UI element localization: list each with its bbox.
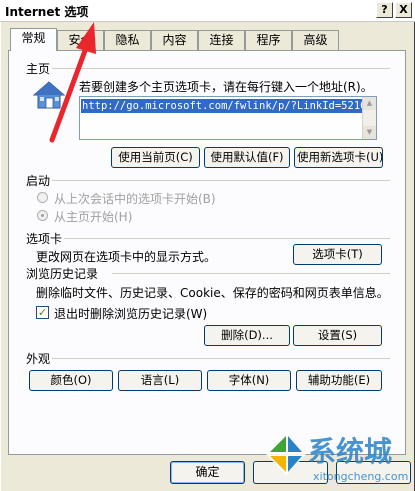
close-button[interactable]: X [395, 2, 412, 18]
watermark: 系统城 xitongcheng.com [258, 430, 415, 491]
scroll-up-icon[interactable]: ▲ [363, 97, 376, 110]
window-title: Internet 选项 [5, 5, 89, 19]
colors-button[interactable]: 颜色(O) [29, 370, 113, 391]
use-current-button[interactable]: 使用当前页(C) [111, 147, 200, 168]
history-group-divider [112, 273, 390, 274]
use-new-tab-button[interactable]: 使用新选项卡(U) [294, 147, 383, 168]
delete-on-exit-checkbox[interactable]: ✓ [36, 306, 49, 319]
delete-history-button[interactable]: 删除(D)... [204, 325, 290, 346]
tabs-settings-button[interactable]: 选项卡(T) [293, 244, 382, 265]
use-default-button[interactable]: 使用默认值(F) [204, 147, 290, 168]
tab-connections[interactable]: 连接 [198, 30, 245, 50]
radio-homepage[interactable] [37, 210, 48, 221]
tab-general[interactable]: 常规 [10, 28, 57, 51]
history-description: 删除临时文件、历史记录、Cookie、保存的密码和网页表单信息。 [36, 286, 389, 300]
tab-advanced[interactable]: 高级 [292, 30, 339, 50]
radio-homepage-label: 从主页开始(H) [54, 210, 133, 224]
title-bar: Internet 选项 ? X [0, 0, 415, 22]
tabs-group-divider [64, 238, 390, 239]
radio-last-session-label: 从上次会话中的选项卡开始(B) [54, 192, 216, 206]
appearance-group-divider [52, 358, 390, 359]
tab-programs[interactable]: 程序 [245, 30, 292, 50]
homepage-instruction: 若要创建多个主页选项卡，请在每行键入一个地址(R)。 [79, 80, 373, 94]
homepage-group-label: 主页 [26, 62, 51, 76]
scroll-down-icon[interactable]: ▼ [363, 126, 376, 139]
tab-content[interactable]: 内容 [151, 30, 198, 50]
appearance-group-label: 外观 [26, 352, 51, 366]
languages-button[interactable]: 语言(L) [118, 370, 202, 391]
url-field-scrollbar[interactable]: ▲ ▼ [362, 97, 376, 139]
ok-button[interactable]: 确定 [170, 461, 245, 484]
homepage-url-field[interactable]: http://go.microsoft.com/fwlink/p/?LinkId… [79, 96, 377, 140]
startup-group-label: 启动 [26, 174, 51, 188]
history-settings-button[interactable]: 设置(S) [293, 325, 382, 346]
watermark-url: xitongcheng.com [313, 470, 409, 483]
tabs-group-label: 选项卡 [26, 232, 63, 246]
fonts-button[interactable]: 字体(N) [207, 370, 291, 391]
tab-privacy[interactable]: 隐私 [104, 30, 151, 50]
help-button[interactable]: ? [376, 2, 393, 18]
tabs-description: 更改网页在选项卡中的显示方式。 [36, 250, 217, 264]
delete-on-exit-label: 退出时删除浏览历史记录(W) [54, 307, 208, 321]
homepage-group-divider [52, 68, 390, 69]
accessibility-button[interactable]: 辅助功能(E) [296, 370, 382, 391]
radio-last-session[interactable] [37, 192, 48, 203]
tab-security[interactable]: 安全 [57, 30, 104, 50]
homepage-url-text: http://go.microsoft.com/fwlink/p/?LinkId… [81, 99, 362, 113]
startup-group-divider [52, 180, 390, 181]
home-icon [32, 81, 66, 109]
history-group-label: 浏览历史记录 [26, 267, 99, 281]
watermark-brand: 系统城 [308, 435, 393, 468]
watermark-logo-icon [266, 432, 306, 476]
